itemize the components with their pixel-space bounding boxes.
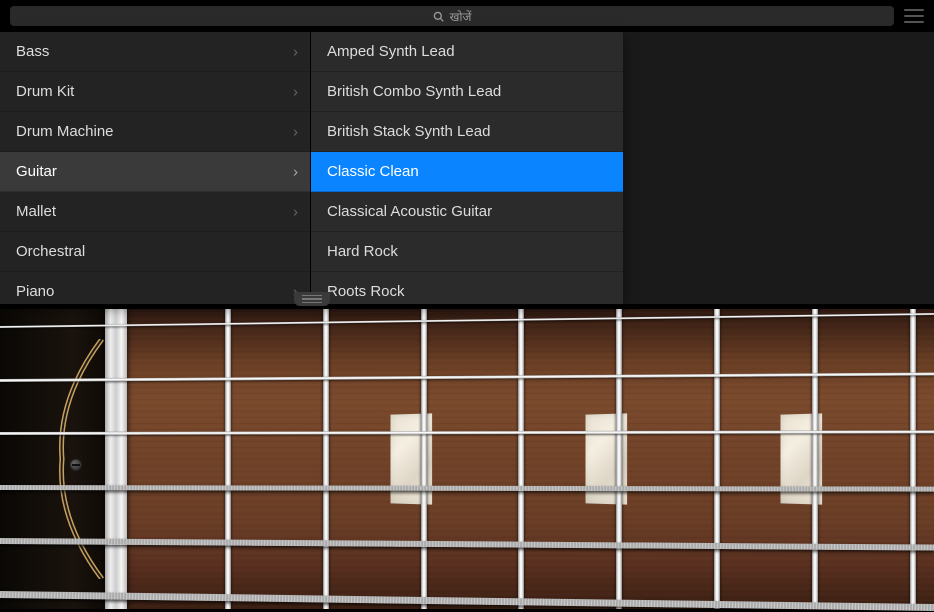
category-item-guitar[interactable]: Guitar› <box>0 152 310 192</box>
guitar-fret <box>910 309 916 609</box>
panel-drag-handle-icon[interactable] <box>294 292 330 306</box>
preset-column: Amped Synth Lead British Combo Synth Lea… <box>311 32 623 304</box>
chevron-right-icon: › <box>293 203 298 220</box>
search-placeholder: खोजें <box>450 8 472 25</box>
guitar-fret <box>518 309 524 609</box>
guitar-fretboard[interactable] <box>0 304 934 612</box>
guitar-fret <box>812 309 818 609</box>
preset-item[interactable]: British Stack Synth Lead <box>311 112 623 152</box>
category-column: Bass› Drum Kit› Drum Machine› Guitar› Ma… <box>0 32 311 304</box>
category-item-drum-kit[interactable]: Drum Kit› <box>0 72 310 112</box>
screw-icon <box>70 459 82 471</box>
preset-item[interactable]: Hard Rock <box>311 232 623 272</box>
chevron-right-icon: › <box>293 83 298 100</box>
preset-item[interactable]: Roots Rock <box>311 272 623 304</box>
guitar-fret <box>225 309 231 609</box>
preset-item[interactable]: British Combo Synth Lead <box>311 72 623 112</box>
guitar-nut <box>105 309 127 609</box>
guitar-fret <box>323 309 329 609</box>
top-bar: खोजें <box>0 0 934 32</box>
instrument-browser-panel: Bass› Drum Kit› Drum Machine› Guitar› Ma… <box>0 32 623 304</box>
hamburger-menu-icon[interactable] <box>904 9 924 23</box>
search-icon <box>433 11 444 22</box>
guitar-fret <box>714 309 720 609</box>
chevron-right-icon: › <box>293 163 298 180</box>
category-item-piano[interactable]: Piano› <box>0 272 310 304</box>
category-item-drum-machine[interactable]: Drum Machine› <box>0 112 310 152</box>
guitar-headstock <box>0 309 105 609</box>
category-item-bass[interactable]: Bass› <box>0 32 310 72</box>
preset-item[interactable]: Classical Acoustic Guitar <box>311 192 623 232</box>
preset-item[interactable]: Amped Synth Lead <box>311 32 623 72</box>
preset-item-selected[interactable]: Classic Clean <box>311 152 623 192</box>
guitar-fret <box>616 309 622 609</box>
category-item-mallet[interactable]: Mallet› <box>0 192 310 232</box>
search-input[interactable]: खोजें <box>10 6 894 26</box>
chevron-right-icon: › <box>293 123 298 140</box>
chevron-right-icon: › <box>293 43 298 60</box>
category-item-orchestral[interactable]: Orchestral <box>0 232 310 272</box>
guitar-fret <box>421 309 427 609</box>
